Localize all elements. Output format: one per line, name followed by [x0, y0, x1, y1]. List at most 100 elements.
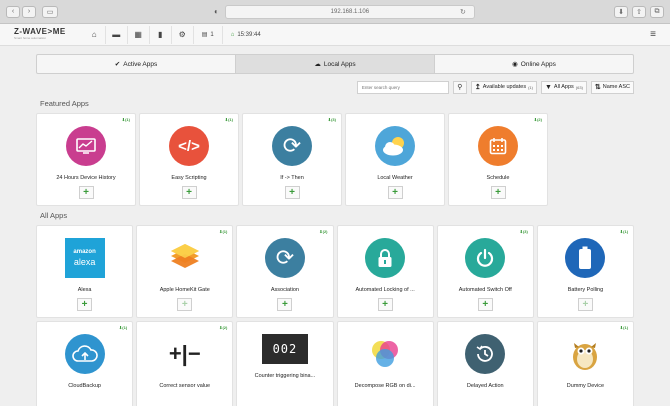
app-label: 24 Hours Device History: [56, 175, 116, 181]
all-apps-filter-button[interactable]: ▼ All Apps (63): [540, 80, 587, 94]
app-card-if-then[interactable]: ⬇(3) ⟳ If -> Then +: [242, 113, 342, 206]
download-count: ⬇(1): [118, 325, 128, 330]
app-card-local-weather[interactable]: Local Weather +: [345, 113, 445, 206]
alexa-text: alexa: [73, 257, 96, 267]
globe-icon: ◉: [512, 61, 518, 68]
car-icon[interactable]: ▬: [106, 25, 128, 44]
add-app-button[interactable]: +: [181, 186, 197, 199]
download-count: ⬇(1): [619, 325, 629, 330]
app-card-automated-locking[interactable]: Automated Locking of ... +: [336, 225, 434, 318]
app-label: Automated Locking of ...: [355, 287, 415, 293]
notification-icon: ▤: [201, 32, 208, 38]
new-tab-icon[interactable]: ⧉: [650, 5, 664, 18]
weather-cloud-sun-icon: [375, 126, 415, 166]
add-app-button[interactable]: +: [78, 186, 94, 199]
hamburger-menu-icon[interactable]: ≡: [650, 29, 656, 40]
notification-count: 1: [210, 31, 214, 38]
add-app-button[interactable]: +: [477, 298, 493, 311]
app-card-counter-triggering[interactable]: 002 Counter triggering bina...: [236, 321, 334, 406]
tab-label: Active Apps: [123, 60, 158, 68]
reload-icon[interactable]: ↻: [460, 8, 466, 16]
app-header: Z-WAVE>ME Smart home automation ⌂ ▬ ▦ ▮ …: [0, 24, 670, 46]
forward-button[interactable]: ›: [22, 5, 36, 18]
app-label: Easy Scripting: [171, 175, 207, 181]
add-app-button[interactable]: +: [387, 186, 403, 199]
calendar-icon: [478, 126, 518, 166]
app-label: Counter triggering bina...: [254, 373, 316, 379]
phone-icon[interactable]: ▮: [150, 25, 172, 44]
app-label: Correct sensor value: [159, 383, 211, 389]
tab-active-apps[interactable]: ✔ Active Apps: [37, 55, 236, 73]
app-card-cloudbackup[interactable]: ⬇(1) CloudBackup: [36, 321, 134, 406]
chart-monitor-icon: [66, 126, 106, 166]
download-count: ⬇(1): [619, 229, 629, 234]
notifications-badge[interactable]: ▤ 1: [194, 25, 223, 44]
tab-local-apps[interactable]: ☁ Local Apps: [236, 55, 435, 73]
download-count: ⬇(2): [219, 325, 228, 330]
clock-time: 15:39:44: [237, 31, 261, 38]
app-label: If -> Then: [280, 175, 304, 181]
add-app-button[interactable]: +: [277, 298, 293, 311]
featured-apps-title: Featured Apps: [40, 99, 89, 108]
padlock-icon: [365, 238, 406, 278]
add-app-button[interactable]: +: [284, 186, 300, 199]
counter-digits-icon: 002: [261, 334, 308, 364]
app-label: Battery Polling: [567, 287, 604, 293]
add-app-button[interactable]: +: [377, 298, 393, 311]
browser-nav: ‹ ›: [6, 5, 36, 18]
tab-overview-icon[interactable]: ▭: [42, 5, 58, 18]
tab-label: Online Apps: [520, 60, 556, 68]
app-card-dummy-device[interactable]: ⬇(1) Dummy Device: [536, 321, 635, 406]
main-content: ✔ Active Apps ☁ Local Apps ◉ Online Apps…: [0, 46, 670, 406]
app-card-delayed-action[interactable]: Delayed Action: [436, 321, 534, 406]
app-card-24-hours-device-history[interactable]: ⬇(1) 24 Hours Device History +: [36, 113, 136, 206]
share-icon[interactable]: ⇧: [632, 5, 646, 18]
app-label: Automated Switch Off: [458, 287, 512, 293]
refresh-arrows-icon: ⟳: [272, 126, 312, 166]
tab-online-apps[interactable]: ◉ Online Apps: [435, 55, 633, 73]
homekit-layers-icon: [165, 238, 205, 278]
sort-label: Name ASC: [602, 84, 630, 90]
search-input[interactable]: [356, 80, 449, 94]
app-card-apple-homekit-gate[interactable]: ⬇(1) Apple HomeKit Gate +: [136, 225, 234, 318]
app-card-schedule[interactable]: ⬇(2) Schedule +: [448, 113, 548, 206]
battery-icon: [565, 238, 606, 278]
download-count: ⬇(2): [533, 117, 542, 122]
app-card-easy-scripting[interactable]: ⬇(1) </> Easy Scripting +: [139, 113, 239, 206]
sort-button[interactable]: ⇅ Name ASC: [590, 80, 634, 94]
cloud-icon: ☁: [314, 61, 321, 68]
add-app-button[interactable]: +: [577, 298, 593, 311]
featured-apps-grid: ⬇(1) 24 Hours Device History + ⬇(1) </> …: [36, 113, 634, 206]
all-apps-count: (63): [575, 84, 583, 90]
add-app-button[interactable]: +: [177, 298, 193, 311]
app-card-association[interactable]: ⬇(2) ⟳ Association +: [236, 225, 334, 318]
z-wave-me-logo[interactable]: Z-WAVE>ME Smart home automation: [14, 27, 66, 42]
downloads-icon[interactable]: ⬇: [614, 5, 628, 18]
amazon-text: amazon: [73, 249, 96, 255]
app-card-battery-polling[interactable]: ⬇(1) Battery Polling +: [536, 225, 635, 318]
gears-icon[interactable]: ⚙: [172, 25, 194, 44]
app-card-correct-sensor-value[interactable]: ⬇(2) +|− Correct sensor value: [136, 321, 234, 406]
add-app-button[interactable]: +: [490, 186, 506, 199]
app-label: Local Weather: [377, 175, 413, 181]
address-bar[interactable]: 192.168.1.106 ↻: [224, 4, 475, 19]
app-card-decompose-rgb[interactable]: Decompose RGB on di...: [336, 321, 434, 406]
available-updates-button[interactable]: ↥ Available updates (1): [470, 80, 537, 94]
all-apps-title: All Apps: [40, 211, 68, 220]
home-icon[interactable]: ⌂: [84, 25, 106, 44]
browser-actions: ⬇ ⇧ ⧉: [614, 5, 664, 18]
back-button[interactable]: ‹: [6, 5, 20, 18]
add-app-button[interactable]: +: [77, 298, 93, 311]
privacy-shield-icon[interactable]: ◐: [214, 7, 219, 16]
app-label: Delayed Action: [466, 383, 504, 389]
refresh-arrows-icon: ⟳: [264, 238, 305, 278]
amazon-alexa-icon: amazon alexa: [64, 238, 105, 278]
app-card-alexa[interactable]: amazon alexa Alexa +: [36, 225, 134, 318]
check-icon: ✔: [114, 61, 121, 68]
grid-icon[interactable]: ▦: [128, 25, 150, 44]
logo-tagline: Smart home automation: [14, 35, 47, 40]
search-icon[interactable]: ⚲: [452, 80, 467, 94]
history-clock-icon: [465, 334, 506, 374]
rgb-circles-icon: [365, 334, 405, 374]
app-card-automated-switch-off[interactable]: ⬇(3) Automated Switch Off +: [436, 225, 534, 318]
